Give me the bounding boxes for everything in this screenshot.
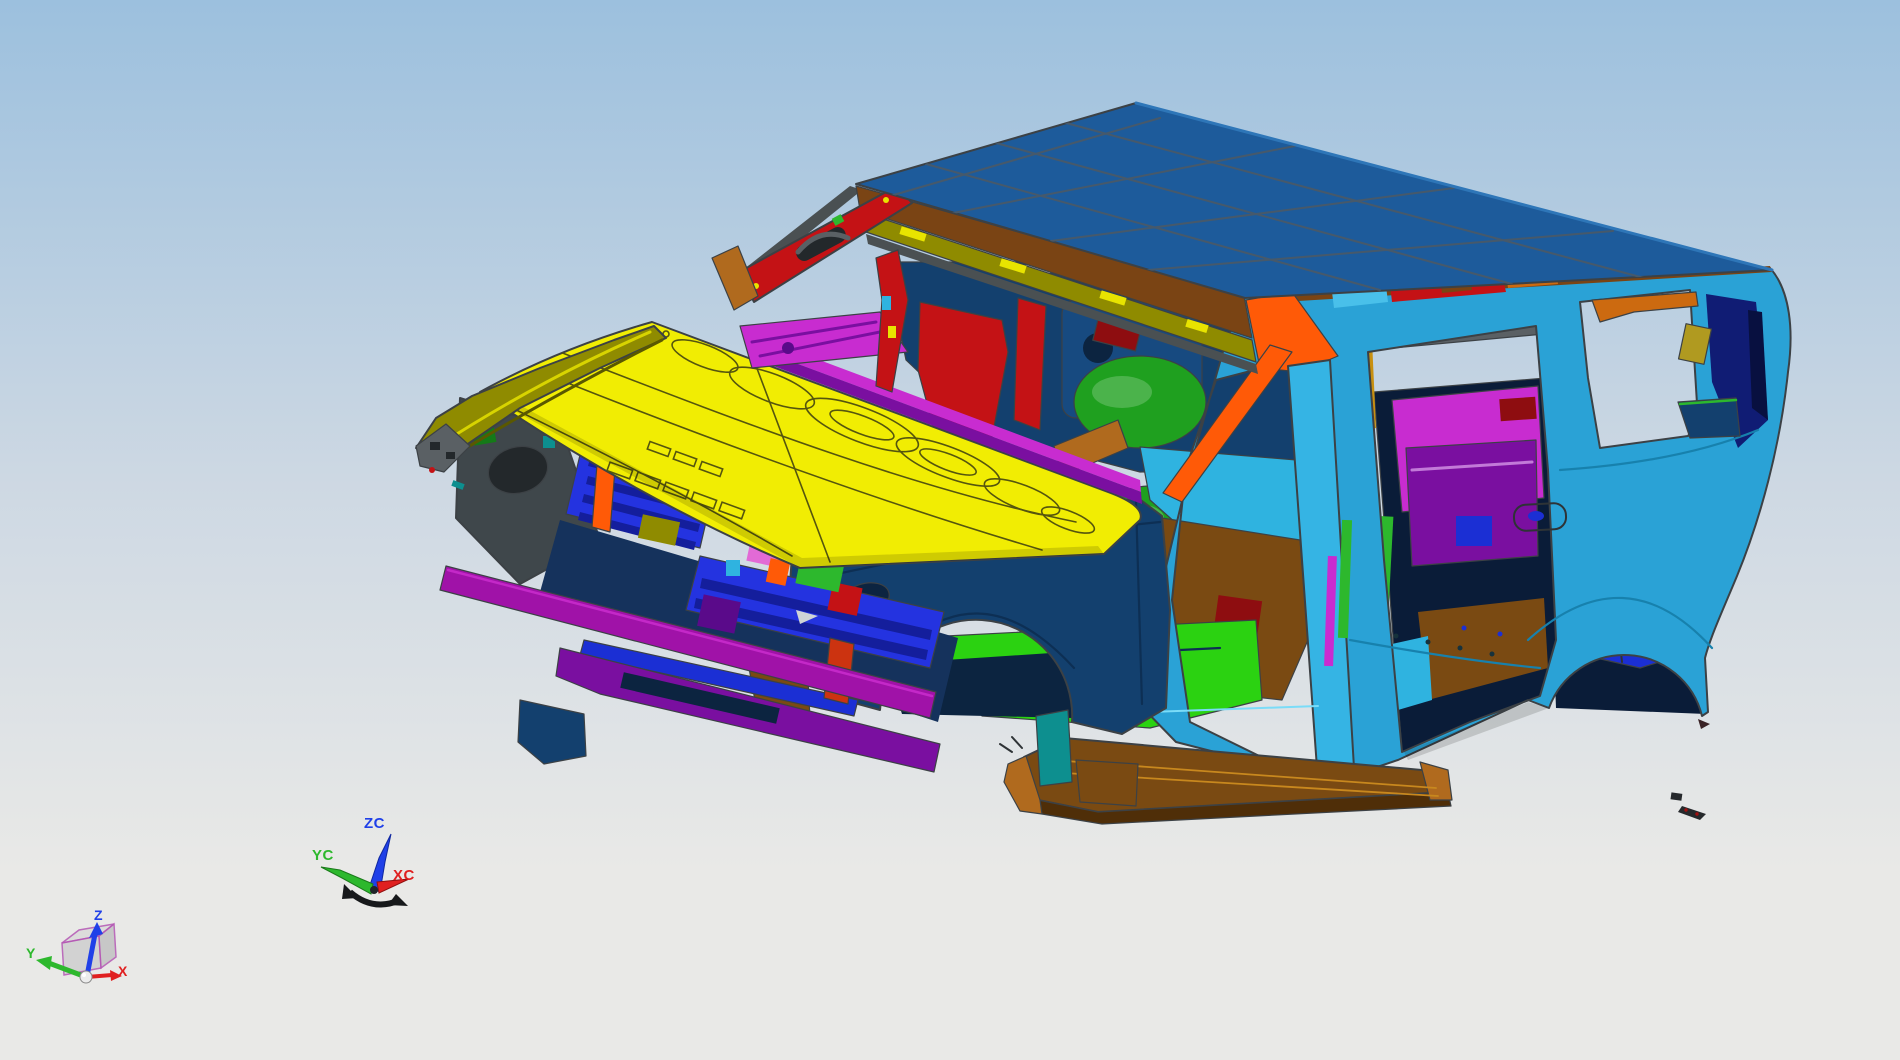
rear-bracket-blue[interactable] [1456, 516, 1492, 546]
wcs-x-label: XC [393, 867, 415, 884]
datum-x-label: X [118, 963, 128, 979]
rear-lamp-patch[interactable] [1499, 396, 1537, 422]
tip-red-dot [429, 467, 435, 473]
jack-bracket[interactable] [1035, 709, 1073, 787]
clip-cyan-small[interactable] [726, 560, 740, 576]
rivet-dot-blue [1461, 625, 1467, 631]
tip-hole [430, 442, 440, 450]
rocker-front-brown[interactable] [1075, 759, 1139, 807]
cad-viewport[interactable]: ZC YC XC Z Y X [0, 0, 1900, 1060]
pillar-yellow-clip [888, 326, 896, 338]
datum-y-label: Y [26, 945, 36, 961]
seat-track-bar[interactable] [1013, 297, 1047, 431]
rivet-dot [1489, 651, 1495, 657]
cowl-grommet [782, 342, 794, 354]
rivet-dot [1393, 633, 1399, 639]
rivet-dot [1457, 645, 1463, 651]
tip-hole [446, 452, 455, 459]
wcs-z-label: ZC [364, 815, 385, 832]
bracket-dot [1684, 808, 1688, 812]
rear-seat-crossbar[interactable] [1405, 439, 1539, 567]
datum-z-label: Z [94, 907, 103, 923]
header-bolt [883, 197, 889, 203]
seat-highlight [1092, 376, 1152, 408]
wcs-y-label: YC [312, 847, 334, 864]
door-handle-glint [1528, 511, 1544, 521]
pillar-cyan-clip [882, 296, 891, 310]
rivet-dot-blue [1497, 631, 1503, 637]
datum-origin-sphere[interactable] [79, 970, 93, 984]
rivet-dot [1425, 639, 1431, 645]
sphere-highlight [82, 973, 86, 977]
wcs-origin-knot[interactable] [370, 886, 378, 894]
bracket-dot [1695, 812, 1699, 816]
